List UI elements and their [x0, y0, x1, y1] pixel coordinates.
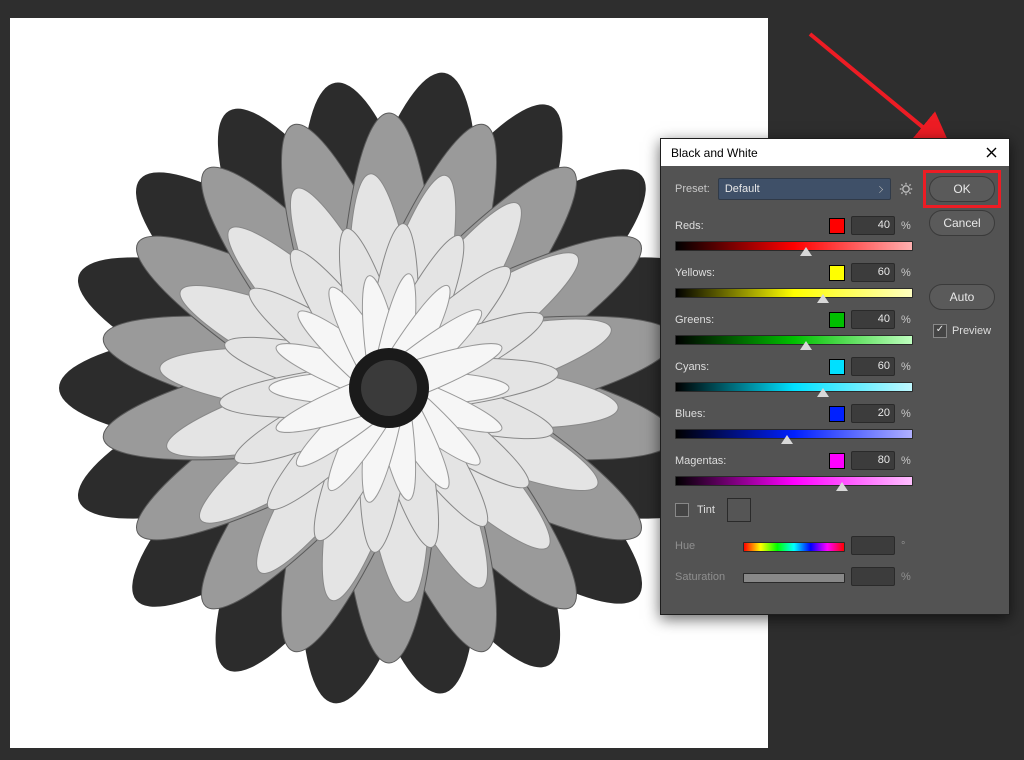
preset-label: Preset: [675, 183, 710, 195]
yellows-slider-row: Yellows: 60 % [675, 263, 913, 296]
hue-row: Hue ° [675, 536, 913, 555]
greens-slider[interactable] [675, 335, 913, 343]
preset-value: Default [725, 183, 760, 195]
cancel-button[interactable]: Cancel [929, 210, 995, 236]
cyans-slider[interactable] [675, 382, 913, 390]
reds-gradient [675, 241, 913, 251]
blues-thumb[interactable] [781, 435, 793, 444]
ok-button[interactable]: OK [929, 176, 995, 202]
hue-label: Hue [675, 540, 737, 552]
cyans-swatch [829, 359, 845, 375]
greens-slider-row: Greens: 40 % [675, 310, 913, 343]
magentas-label: Magentas: [675, 455, 823, 467]
reds-label: Reds: [675, 220, 823, 232]
cyans-slider-row: Cyans: 60 % [675, 357, 913, 390]
blues-label: Blues: [675, 408, 823, 420]
saturation-row: Saturation % [675, 567, 913, 586]
greens-value[interactable]: 40 [851, 310, 895, 329]
blues-slider-row: Blues: 20 % [675, 404, 913, 437]
hue-value[interactable] [851, 536, 895, 555]
magentas-value[interactable]: 80 [851, 451, 895, 470]
blues-value[interactable]: 20 [851, 404, 895, 423]
preview-checkbox[interactable] [933, 324, 947, 338]
magentas-thumb[interactable] [836, 482, 848, 491]
reds-swatch [829, 218, 845, 234]
preset-dropdown[interactable]: Default [718, 178, 891, 200]
auto-button[interactable]: Auto [929, 284, 995, 310]
yellows-slider[interactable] [675, 288, 913, 296]
reds-slider[interactable] [675, 241, 913, 249]
yellows-thumb[interactable] [817, 294, 829, 303]
gear-icon [899, 182, 913, 196]
close-button[interactable] [977, 139, 1005, 166]
greens-swatch [829, 312, 845, 328]
cyans-thumb[interactable] [817, 388, 829, 397]
saturation-value[interactable] [851, 567, 895, 586]
saturation-label: Saturation [675, 571, 737, 583]
yellows-swatch [829, 265, 845, 281]
preset-options-button[interactable] [899, 182, 913, 196]
magentas-swatch [829, 453, 845, 469]
greens-thumb[interactable] [800, 341, 812, 350]
close-icon [986, 147, 997, 158]
blues-slider[interactable] [675, 429, 913, 437]
reds-slider-row: Reds: 40 % [675, 216, 913, 249]
blues-swatch [829, 406, 845, 422]
saturation-slider[interactable] [743, 573, 845, 581]
magentas-slider-row: Magentas: 80 % [675, 451, 913, 484]
preview-label: Preview [952, 325, 991, 337]
dialog-title: Black and White [671, 146, 758, 160]
greens-label: Greens: [675, 314, 823, 326]
magentas-slider[interactable] [675, 476, 913, 484]
reds-value[interactable]: 40 [851, 216, 895, 235]
cyans-value[interactable]: 60 [851, 357, 895, 376]
dialog-titlebar[interactable]: Black and White [661, 139, 1009, 166]
reds-thumb[interactable] [800, 247, 812, 256]
document-canvas[interactable] [10, 18, 768, 748]
cyans-label: Cyans: [675, 361, 823, 373]
percent-label: % [901, 220, 913, 232]
hue-slider[interactable] [743, 542, 845, 550]
black-and-white-dialog: Black and White Preset: Default [660, 138, 1010, 615]
tint-label: Tint [697, 504, 715, 516]
tint-color-swatch[interactable] [727, 498, 751, 522]
yellows-label: Yellows: [675, 267, 823, 279]
tint-checkbox[interactable] [675, 503, 689, 517]
yellows-value[interactable]: 60 [851, 263, 895, 282]
flower-image [10, 18, 768, 748]
